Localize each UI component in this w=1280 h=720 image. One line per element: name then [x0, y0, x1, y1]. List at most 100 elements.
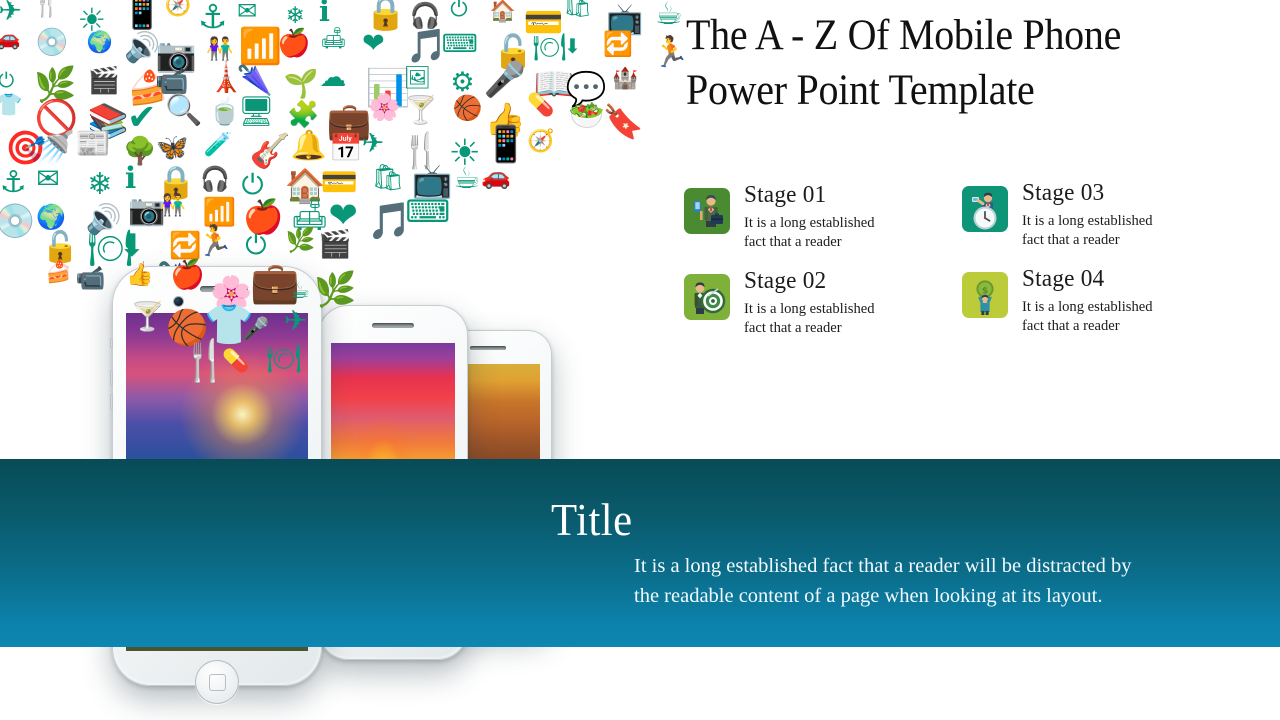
- front-phone-home-button[interactable]: [195, 660, 239, 704]
- cloud-icon: 📹: [155, 66, 189, 98]
- cloud-icon: ℹ: [124, 160, 137, 196]
- cloud-icon: 🎧: [200, 165, 231, 194]
- cloud-icon: ☀: [448, 132, 481, 174]
- cloud-icon: 🚿: [35, 128, 76, 167]
- cloud-icon: 🍽: [532, 32, 567, 64]
- cloud-icon: 🖼: [403, 66, 432, 92]
- cloud-icon: 📹: [75, 264, 106, 293]
- cloud-icon: 📊: [365, 67, 411, 109]
- cloud-icon: 🛋: [320, 26, 347, 51]
- cloud-icon: ☀: [77, 0, 107, 39]
- cloud-icon: 📖: [533, 64, 575, 104]
- cloud-icon: 👍: [484, 100, 526, 140]
- cloud-icon: 🌱: [283, 66, 319, 100]
- phone-overlay-icon: 💼: [250, 260, 300, 306]
- cloud-icon: ☁: [319, 62, 347, 94]
- cloud-icon: 🔊: [124, 29, 161, 64]
- cloud-icon: ⏻: [241, 167, 264, 201]
- cloud-icon: 🖥: [237, 94, 275, 129]
- cloud-icon: 🍰: [127, 67, 169, 107]
- phone-overlay-icon: 🌿: [314, 270, 357, 310]
- stage-item-02[interactable]: Stage 02 It is a long established fact t…: [684, 268, 974, 360]
- cloud-icon: 🔖: [602, 102, 644, 142]
- cloud-icon: ✈: [0, 0, 22, 27]
- cloud-icon: ☕: [654, 0, 683, 32]
- cloud-icon: 🚫: [34, 98, 79, 139]
- cloud-icon: 🍽: [87, 228, 133, 270]
- phone-overlay-icon: ☕: [290, 279, 310, 304]
- cloud-icon: 🏃: [196, 224, 234, 260]
- cloud-icon: ⏻: [450, 0, 468, 22]
- cloud-icon: 🏀: [452, 94, 483, 123]
- front-phone-ring-switch[interactable]: [110, 338, 113, 348]
- cloud-icon: ❤: [362, 27, 385, 59]
- stage-item-03[interactable]: Stage 03 It is a long established fact t…: [962, 180, 1252, 272]
- svg-text:$: $: [982, 286, 988, 296]
- cloud-icon: 🔁: [169, 231, 202, 262]
- stage-label: Stage 04: [1022, 266, 1105, 292]
- cloud-icon: 🌿: [285, 226, 316, 255]
- cloud-icon: ℹ: [318, 0, 330, 28]
- banner-title: Title: [551, 495, 633, 545]
- cloud-icon: 🗼: [128, 260, 160, 290]
- cloud-icon: 🌿: [34, 65, 77, 106]
- stage-item-01[interactable]: Stage 01 It is a long established fact t…: [684, 182, 974, 274]
- cloud-icon: 📱: [121, 0, 163, 32]
- cloud-icon: 🏠: [489, 0, 517, 23]
- phone-overlay-icon: 🍸: [130, 300, 165, 333]
- cloud-icon: 🌍: [86, 29, 113, 54]
- phone-overlay-icon: 🌸: [210, 274, 253, 314]
- page-title: The A - Z Of Mobile Phone Power Point Te…: [686, 12, 1122, 115]
- cloud-icon: 🧩: [287, 100, 320, 131]
- cloud-icon: ⌨: [405, 193, 451, 230]
- cloud-icon: 📅: [328, 132, 363, 164]
- cloud-icon: 💬: [565, 69, 607, 109]
- cloud-icon: 🎯: [5, 127, 47, 167]
- stage-label: Stage 02: [744, 268, 827, 294]
- stage-item-04[interactable]: $ Stage 04 It is a long established fact…: [962, 266, 1252, 358]
- cloud-icon: 💼: [326, 101, 372, 143]
- bottom-banner: Title It is a long established fact that…: [0, 459, 1280, 647]
- cloud-icon: 🍴: [400, 130, 443, 171]
- cloud-icon: 🔔: [290, 127, 327, 162]
- stage-label: Stage 01: [744, 182, 827, 208]
- cloud-icon: 📚: [87, 100, 129, 140]
- cloud-icon: 🔓: [41, 229, 79, 265]
- person-holding-coin-icon: $: [962, 272, 1008, 318]
- cloud-icon: ✉: [237, 0, 258, 25]
- slide-canvas: ✈ 🍴 ☀ 📱 🧭 ⚓ ✉ ❄ ℹ 🔒 🎧 ⏻ 🏠 💳 🛍 📺 ☕ 🚗 💿 🌍 🔊 📷 👫 📶 🍎 🛋 ❤ 🎵 ⌨ 🔓 🍽 ⬇ 🔁 🏃 ⏻ 🌿 🎬 🍰 📹 🗼…: [0, 0, 1280, 720]
- cloud-icon: ⚓: [197, 0, 228, 36]
- cloud-icon: 💊: [527, 93, 555, 119]
- cloud-icon: 🧭: [527, 129, 555, 155]
- businessman-on-clock-icon: [962, 186, 1008, 232]
- cloud-icon: 🎵: [367, 200, 412, 242]
- back-phone-earpiece: [470, 346, 506, 350]
- cloud-icon: ⬇: [564, 33, 581, 58]
- front-phone-volume-up-button[interactable]: [110, 370, 113, 386]
- cloud-icon: 🚗: [0, 26, 21, 51]
- banner-body-text: It is a long established fact that a rea…: [634, 555, 1132, 607]
- cloud-icon: 🎤: [483, 60, 526, 101]
- phone-overlay-icon: 🏀: [166, 308, 209, 348]
- cloud-icon: ☕: [453, 160, 481, 196]
- home-square-icon: [208, 673, 226, 691]
- businessman-with-target-icon: [684, 274, 730, 320]
- cloud-icon: 🍎: [277, 27, 311, 59]
- title-block: The A - Z Of Mobile Phone Power Point Te…: [686, 8, 1266, 118]
- cloud-icon: 🍴: [33, 0, 60, 18]
- front-phone-front-camera-icon: [174, 297, 183, 306]
- front-phone-volume-down-button[interactable]: [110, 394, 113, 410]
- cloud-icon: 🌸: [368, 92, 401, 123]
- cloud-icon: ⬇: [118, 228, 145, 265]
- cloud-icon: 🌍: [36, 202, 66, 231]
- cloud-icon: 🔒: [365, 0, 407, 33]
- cloud-icon: ❄: [285, 3, 305, 30]
- cloud-icon: ⌨: [441, 28, 478, 58]
- cloud-icon: 📺: [411, 161, 453, 201]
- stage-description: It is a long established fact that a rea…: [744, 215, 875, 251]
- stage-list: Stage 01 It is a long established fact t…: [684, 180, 1264, 368]
- stage-description: It is a long established fact that a rea…: [1022, 213, 1153, 249]
- phone-overlay-icon: 🍽: [266, 342, 302, 375]
- cloud-icon: 🎸: [249, 130, 291, 170]
- cloud-icon: 📺: [606, 1, 644, 37]
